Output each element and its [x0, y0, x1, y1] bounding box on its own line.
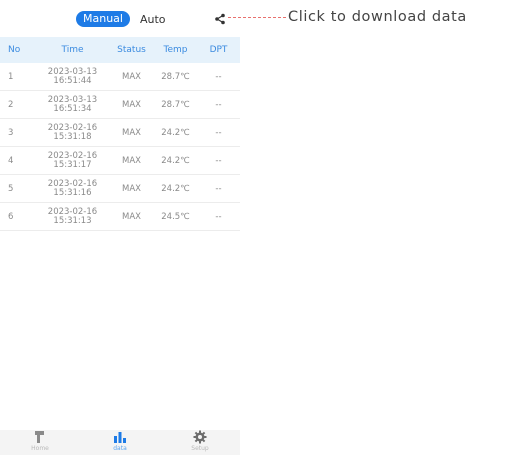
- table-row[interactable]: 4 2023-02-16 15:31:17 MAX 24.2℃ --: [0, 147, 240, 175]
- row-time-text: 15:31:13: [53, 215, 92, 226]
- row-time-text: 16:51:44: [53, 75, 92, 86]
- row-temp: 24.2℃: [161, 155, 190, 166]
- row-temp: 24.2℃: [161, 183, 190, 194]
- nav-label-data: data: [113, 445, 127, 452]
- nav-item-data[interactable]: data: [90, 430, 150, 452]
- row-no: 4: [8, 155, 14, 166]
- share-icon[interactable]: [214, 13, 226, 25]
- nav-label-home: Home: [31, 445, 49, 452]
- manual-tab[interactable]: Manual: [76, 11, 130, 27]
- row-time-text: 15:31:17: [53, 159, 92, 170]
- row-dpt: --: [215, 183, 222, 194]
- row-no: 5: [8, 183, 14, 194]
- bar-chart-icon: [114, 432, 126, 443]
- row-status: MAX: [122, 183, 141, 194]
- row-status: MAX: [122, 211, 141, 222]
- row-dpt: --: [215, 127, 222, 138]
- row-time-text: 15:31:18: [53, 131, 92, 142]
- annotation-text: Click to download data: [288, 9, 467, 25]
- row-status: MAX: [122, 99, 141, 110]
- phone-screen: Manual Auto No Time Status Temp DPT 1 20…: [0, 0, 240, 455]
- data-table-body: 1 2023-03-13 16:51:44 MAX 28.7℃ -- 2 2023…: [0, 63, 240, 231]
- row-status: MAX: [122, 71, 141, 82]
- auto-tab[interactable]: Auto: [140, 13, 166, 26]
- row-no: 2: [8, 99, 14, 110]
- row-temp: 28.7℃: [161, 71, 190, 82]
- mode-toggle: Manual Auto: [76, 11, 166, 27]
- row-time: 2023-02-16 15:31:16: [36, 179, 109, 198]
- table-header: No Time Status Temp DPT: [0, 37, 240, 63]
- table-row[interactable]: 1 2023-03-13 16:51:44 MAX 28.7℃ --: [0, 63, 240, 91]
- table-row[interactable]: 3 2023-02-16 15:31:18 MAX 24.2℃ --: [0, 119, 240, 147]
- bottom-nav: Home data Setup: [0, 430, 240, 455]
- table-row[interactable]: 5 2023-02-16 15:31:16 MAX 24.2℃ --: [0, 175, 240, 203]
- row-status: MAX: [122, 127, 141, 138]
- table-row[interactable]: 6 2023-02-16 15:31:13 MAX 24.5℃ --: [0, 203, 240, 231]
- row-time: 2023-03-13 16:51:44: [36, 67, 109, 86]
- nav-label-setup: Setup: [191, 445, 209, 452]
- row-time-text: 16:51:34: [53, 103, 92, 114]
- column-header-status: Status: [117, 45, 146, 55]
- row-dpt: --: [215, 211, 222, 222]
- row-time: 2023-03-13 16:51:34: [36, 95, 109, 114]
- gear-icon: [193, 430, 207, 444]
- row-no: 3: [8, 127, 14, 138]
- column-header-temp: Temp: [163, 45, 188, 55]
- row-temp: 24.2℃: [161, 127, 190, 138]
- annotation-dashed-line: [228, 16, 286, 18]
- row-time-text: 15:31:16: [53, 187, 92, 198]
- row-no: 1: [8, 71, 14, 82]
- row-dpt: --: [215, 99, 222, 110]
- download-annotation: Click to download data: [228, 9, 467, 25]
- column-header-dpt: DPT: [209, 45, 228, 55]
- nav-item-home[interactable]: Home: [10, 430, 70, 452]
- column-header-no: No: [8, 45, 21, 55]
- table-row[interactable]: 2 2023-03-13 16:51:34 MAX 28.7℃ --: [0, 91, 240, 119]
- row-time: 2023-02-16 15:31:18: [36, 123, 109, 142]
- row-status: MAX: [122, 155, 141, 166]
- nav-item-setup[interactable]: Setup: [170, 430, 230, 452]
- row-dpt: --: [215, 71, 222, 82]
- row-temp: 24.5℃: [161, 211, 190, 222]
- thermometer-gun-icon: [35, 431, 44, 443]
- row-time: 2023-02-16 15:31:17: [36, 151, 109, 170]
- row-no: 6: [8, 211, 14, 222]
- column-header-time: Time: [61, 45, 84, 55]
- row-dpt: --: [215, 155, 222, 166]
- row-temp: 28.7℃: [161, 99, 190, 110]
- row-time: 2023-02-16 15:31:13: [36, 207, 109, 226]
